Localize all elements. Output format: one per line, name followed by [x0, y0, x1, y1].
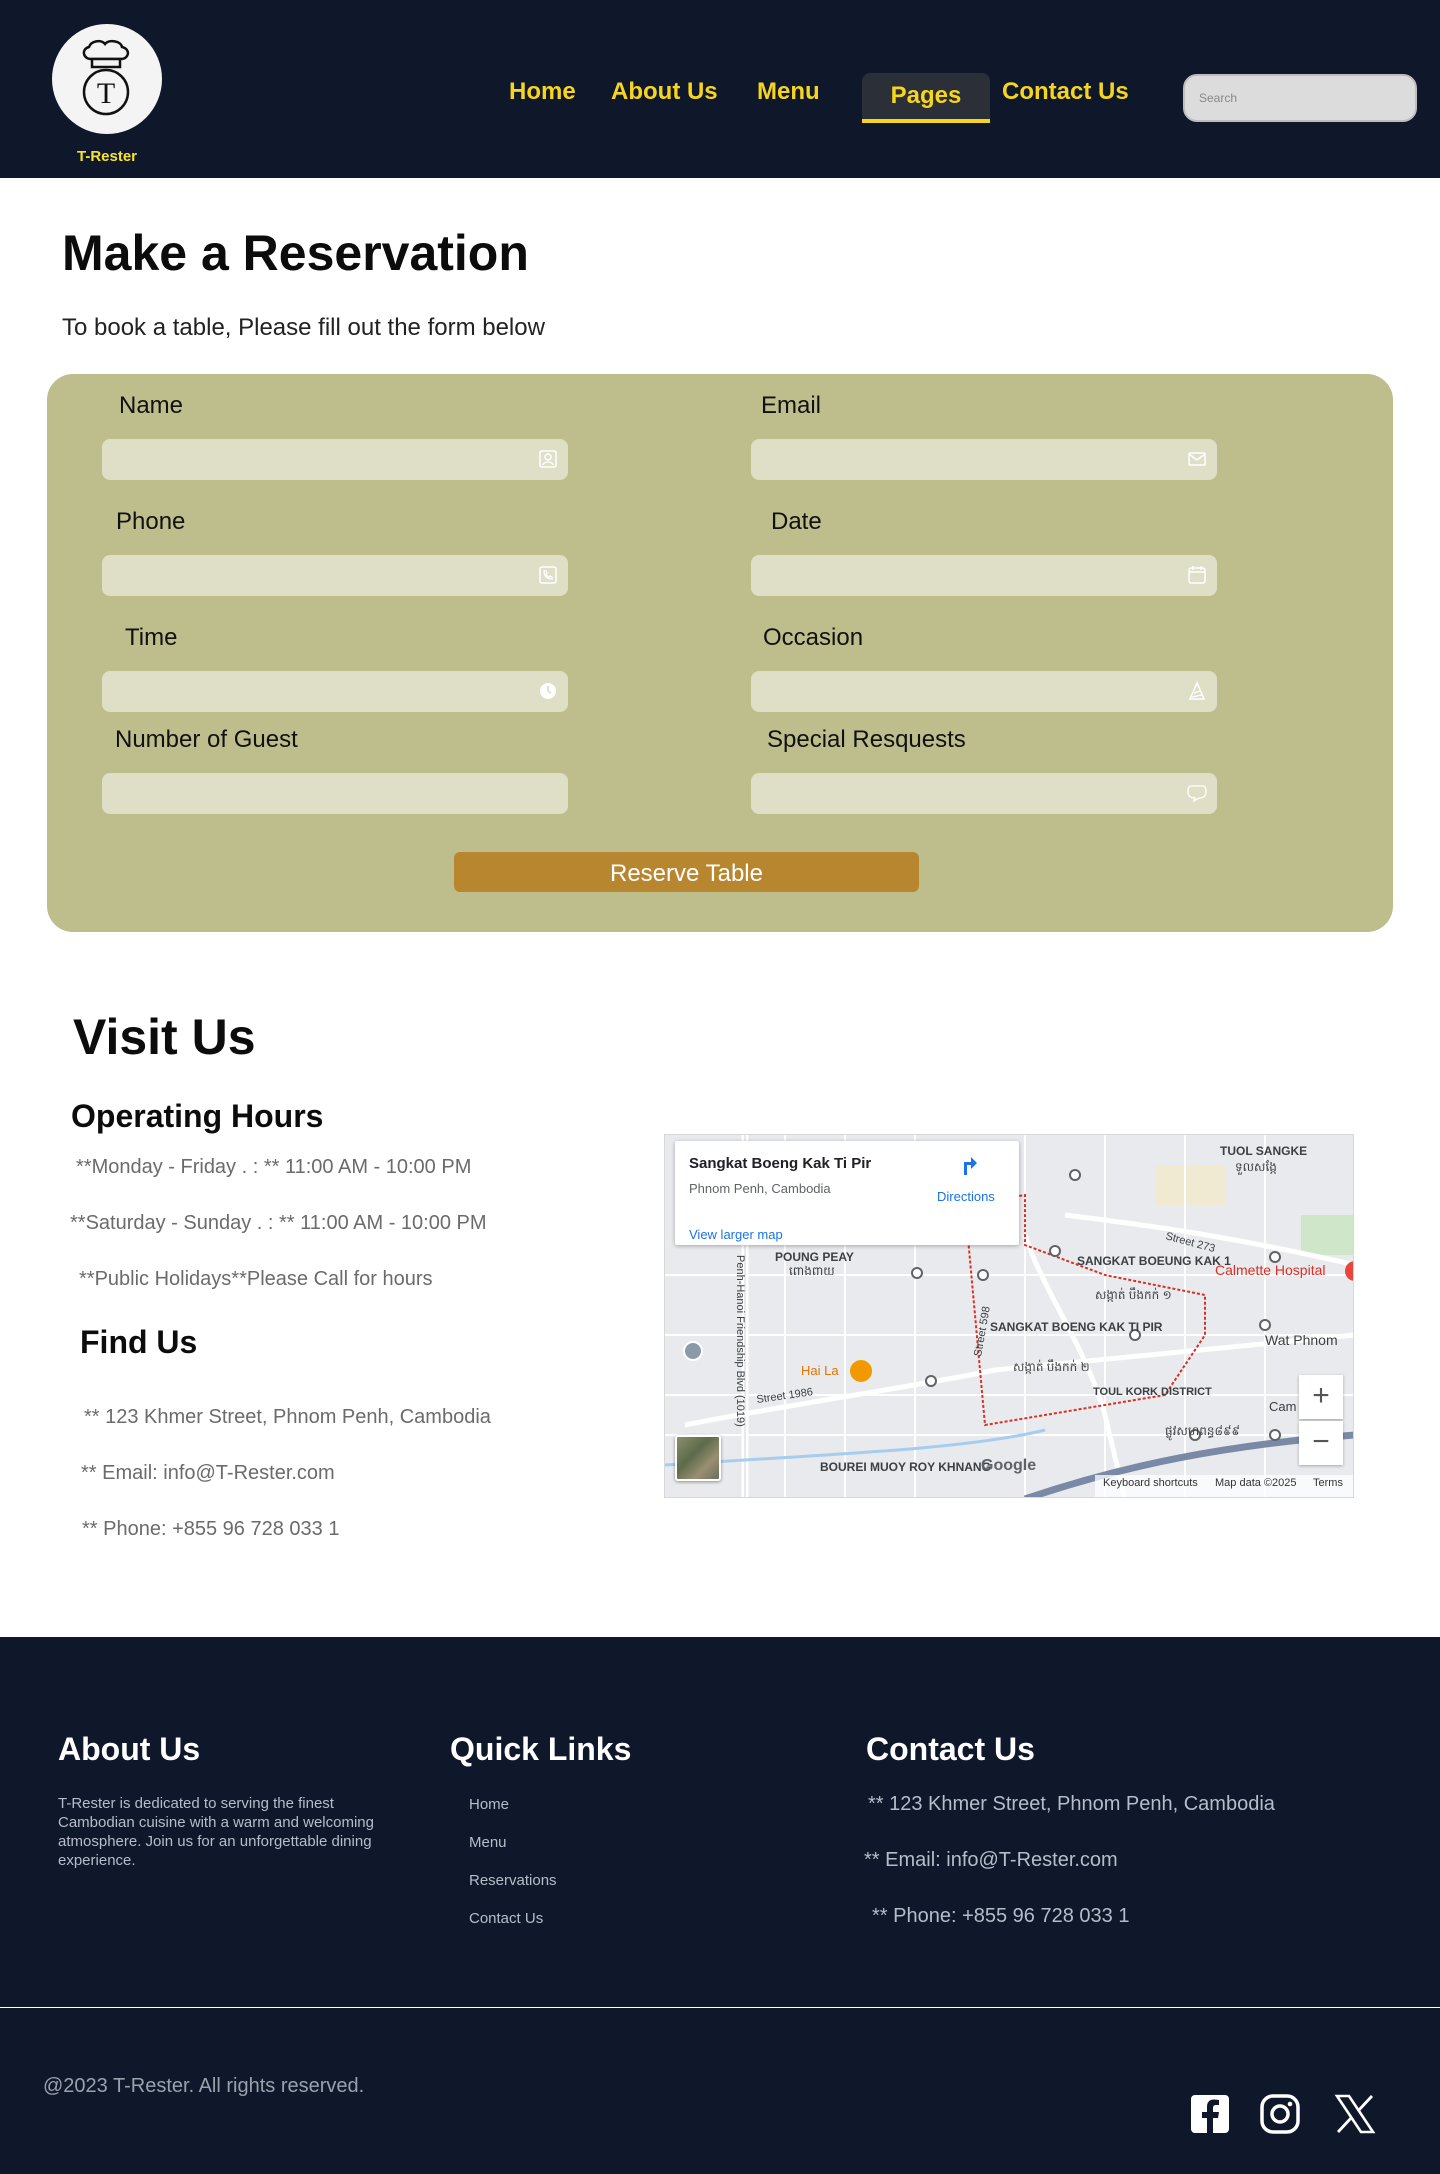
footer-contact-phone: ** Phone: +855 96 728 033 1 — [872, 1905, 1130, 1927]
nav-contact[interactable]: Contact Us — [1002, 78, 1129, 106]
find-phone: ** Phone: +855 96 728 033 1 — [82, 1518, 340, 1540]
date-label: Date — [771, 508, 822, 535]
brand-name: T-Rester — [76, 148, 138, 165]
date-field[interactable] — [751, 555, 1217, 596]
time-label: Time — [125, 624, 178, 651]
footer-contact-address: ** 123 Khmer Street, Phnom Penh, Cambodi… — [868, 1793, 1275, 1815]
copyright: @2023 T-Rester. All rights reserved. — [43, 2075, 365, 2097]
email-field[interactable] — [751, 439, 1217, 480]
time-field[interactable] — [102, 671, 568, 712]
occasion-label: Occasion — [763, 624, 864, 651]
zoom-out-button[interactable]: − — [1299, 1421, 1343, 1465]
find-title: Find Us — [80, 1324, 198, 1360]
guests-field[interactable] — [102, 773, 568, 814]
chef-hat-logo-icon: T — [82, 39, 130, 116]
find-email: ** Email: info@T-Rester.com — [81, 1462, 335, 1484]
map-label-calmette: Calmette Hospital — [1215, 1262, 1326, 1278]
footer-link-menu[interactable]: Menu — [469, 1834, 507, 1851]
footer-links-title: Quick Links — [450, 1731, 632, 1767]
map-label-wat-phnom: Wat Phnom — [1265, 1332, 1338, 1348]
footer-divider — [0, 2007, 1440, 2008]
map-directions-link[interactable]: Directions — [937, 1189, 995, 1204]
phone-label: Phone — [116, 508, 186, 535]
phone-field[interactable] — [102, 555, 568, 596]
map-terms-link[interactable]: Terms — [1313, 1477, 1343, 1489]
hours-holidays: **Public Holidays**Please Call for hours — [79, 1268, 433, 1290]
map-place-card: Sangkat Boeng Kak Ti Pir Phnom Penh, Cam… — [675, 1141, 1019, 1245]
page-title: Make a Reservation — [62, 225, 529, 281]
phone-icon — [539, 566, 557, 584]
embedded-map[interactable]: TUOL SANGKE ទួលសង្កែ Street 273 POUNG PE… — [664, 1134, 1354, 1498]
reserve-table-button[interactable]: Reserve Table — [454, 852, 919, 892]
x-icon[interactable] — [1334, 2093, 1376, 2135]
map-label-hai-la: Hai La — [801, 1363, 839, 1378]
map-shortcuts-link[interactable]: Keyboard shortcuts — [1103, 1477, 1198, 1489]
logo-letter: T — [97, 77, 115, 110]
page-subtitle: To book a table, Please fill out the for… — [62, 314, 545, 341]
hours-weekday: **Monday - Friday . : ** 11:00 AM - 10:0… — [76, 1156, 472, 1178]
map-label-russian-blvd: Penh-Hanoi Friendship Blvd (1019) — [734, 1255, 746, 1427]
zoom-in-button[interactable]: + — [1299, 1375, 1343, 1419]
search-input[interactable] — [1183, 74, 1417, 122]
map-label-boeung-kak-1-kh: សង្កាត់ បឹងកក់ ១ — [1095, 1287, 1172, 1302]
nav-pages[interactable]: Pages — [862, 73, 990, 123]
calendar-icon — [1188, 566, 1206, 584]
map-label-bourei-muoy: BOUREI MUOY ROY KHNANG — [820, 1460, 991, 1474]
requests-field[interactable] — [751, 773, 1217, 814]
clock-icon — [540, 683, 556, 699]
footer-contact-title: Contact Us — [866, 1731, 1035, 1767]
chat-bubble-icon — [1187, 785, 1207, 803]
footer-about-title: About Us — [58, 1731, 201, 1767]
hours-title: Operating Hours — [71, 1098, 324, 1134]
map-label-boeng-kak-ti-pir-kh: សង្កាត់ បឹងកក់ ២ — [1013, 1359, 1090, 1374]
google-logo: Google — [981, 1457, 1037, 1474]
footer-about-text: T-Rester is dedicated to serving the fin… — [58, 1795, 374, 1869]
name-field[interactable] — [102, 439, 568, 480]
map-label-tuol-sangke-kh: ទួលសង្កែ — [1235, 1159, 1277, 1175]
footer-link-reservations[interactable]: Reservations — [469, 1872, 557, 1889]
site-header: T T-Rester Home About Us Menu Pages Cont… — [0, 0, 1440, 178]
find-address: ** 123 Khmer Street, Phnom Penh, Cambodi… — [84, 1406, 491, 1428]
footer-contact-email: ** Email: info@T-Rester.com — [864, 1849, 1118, 1871]
instagram-icon[interactable] — [1259, 2093, 1301, 2135]
nav-menu[interactable]: Menu — [757, 78, 820, 106]
user-icon — [539, 450, 557, 468]
map-label-tuol-sangke: TUOL SANGKE — [1220, 1144, 1307, 1158]
logo[interactable]: T — [52, 24, 162, 134]
party-hat-icon — [1188, 681, 1206, 700]
guests-label: Number of Guest — [115, 726, 298, 753]
visit-title: Visit Us — [73, 1009, 256, 1065]
map-label-boeung-kak-1: SANGKAT BOEUNG KAK 1 — [1077, 1254, 1231, 1268]
map-data-label: Map data ©2025 — [1215, 1477, 1297, 1489]
footer-link-home[interactable]: Home — [469, 1796, 509, 1813]
requests-label: Special Resquests — [767, 726, 966, 753]
nav-about[interactable]: About Us — [611, 78, 718, 106]
nav-home[interactable]: Home — [509, 78, 576, 106]
map-larger-link[interactable]: View larger map — [689, 1227, 783, 1242]
reservation-form: Name Email Phone Date Time Occasion Numb… — [47, 374, 1393, 932]
envelope-icon — [1188, 452, 1206, 466]
map-place-title: Sangkat Boeng Kak Ti Pir — [689, 1155, 872, 1172]
occasion-field[interactable] — [751, 671, 1217, 712]
facebook-icon[interactable] — [1189, 2093, 1231, 2135]
name-label: Name — [119, 392, 184, 419]
map-label-poung-peay-kh: ពោងពាយ — [789, 1264, 835, 1278]
site-footer: About Us T-Rester is dedicated to servin… — [0, 1637, 1440, 2174]
directions-icon[interactable] — [957, 1153, 985, 1181]
footer-link-contact[interactable]: Contact Us — [469, 1910, 543, 1927]
map-label-toul-kork: TOUL KORK DISTRICT — [1093, 1386, 1212, 1398]
map-label-boeng-kak-ti-pir: SANGKAT BOENG KAK TI PIR — [990, 1320, 1163, 1334]
map-place-subtitle: Phnom Penh, Cambodia — [689, 1181, 831, 1196]
satellite-toggle[interactable] — [675, 1435, 721, 1481]
map-label-cam: Cam — [1269, 1399, 1296, 1414]
email-label: Email — [761, 392, 822, 419]
hours-weekend: **Saturday - Sunday . : ** 11:00 AM - 10… — [70, 1212, 487, 1234]
restaurant-pin-icon[interactable] — [850, 1360, 872, 1382]
map-label-poung-peay: POUNG PEAY — [775, 1250, 854, 1264]
